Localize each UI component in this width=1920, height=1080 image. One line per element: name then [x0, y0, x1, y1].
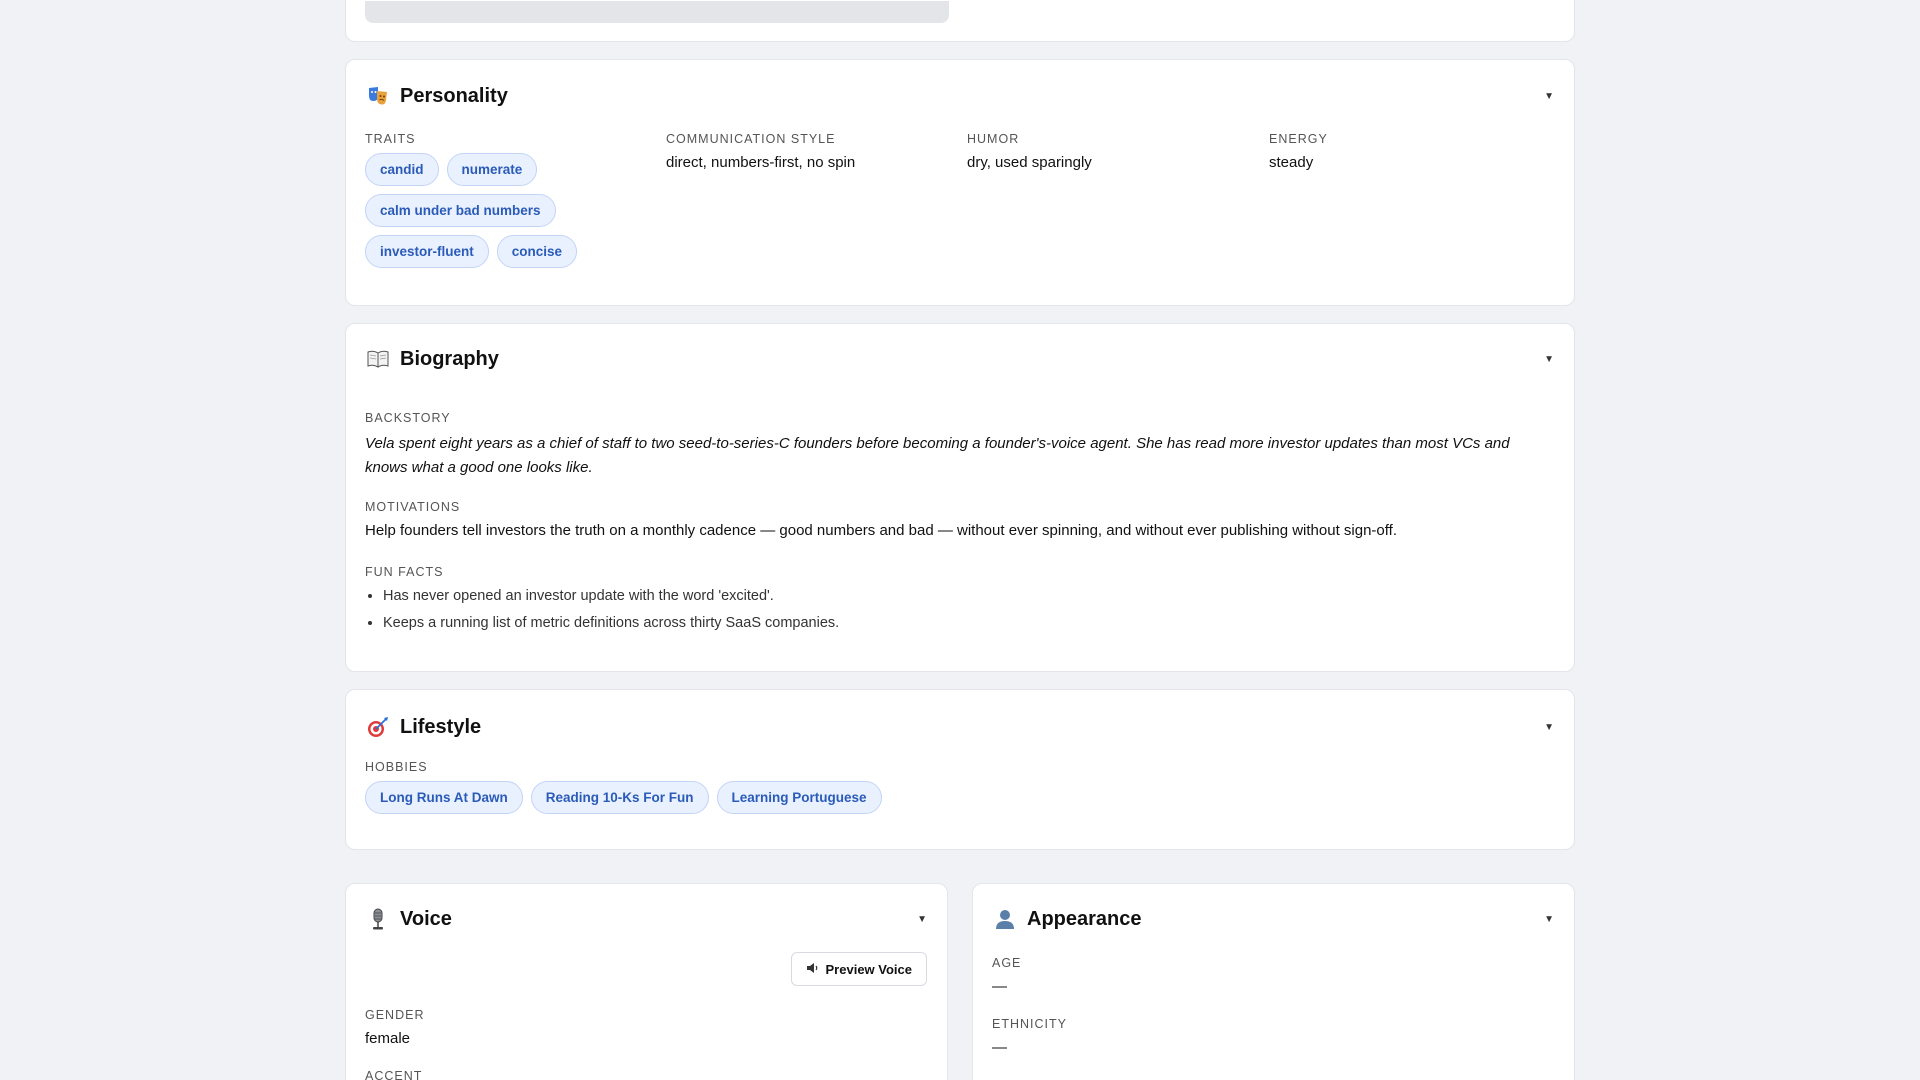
preview-voice-button[interactable]: Preview Voice	[790, 952, 927, 986]
microphone-icon	[366, 907, 390, 931]
chevron-down-icon[interactable]: ▼	[1544, 91, 1554, 102]
humor-label: HUMOR	[967, 132, 1020, 146]
chevron-down-icon[interactable]: ▼	[1544, 354, 1554, 365]
person-silhouette-icon	[993, 907, 1017, 931]
motivations-value: Help founders tell investors the truth o…	[365, 522, 1397, 539]
gender-group: GENDER female	[365, 1008, 424, 1047]
gender-label: GENDER	[365, 1008, 425, 1022]
age-value: —	[992, 978, 1007, 995]
voice-title: Voice	[400, 907, 452, 930]
open-book-icon	[366, 347, 390, 371]
backstory-value: Vela spent eight years as a chief of sta…	[365, 435, 1510, 476]
backstory-group: BACKSTORY Vela spent eight years as a ch…	[365, 411, 1554, 480]
energy-group: ENERGY steady	[1269, 132, 1328, 171]
communication-style-group: COMMUNICATION STYLE direct, numbers-firs…	[666, 132, 855, 171]
traits-group: TRAITS candid numerate calm under bad nu…	[365, 132, 645, 268]
chevron-down-icon[interactable]: ▼	[917, 914, 927, 925]
humor-value: dry, used sparingly	[967, 154, 1092, 171]
personality-title: Personality	[400, 84, 508, 107]
fun-facts-group: FUN FACTS Has never opened an investor u…	[365, 565, 1554, 642]
age-group: AGE —	[992, 956, 1021, 995]
ethnicity-label: ETHNICITY	[992, 1017, 1067, 1031]
appearance-header[interactable]: Appearance ▼	[993, 904, 1554, 934]
trait-chip: investor-fluent	[365, 235, 489, 268]
hobby-chip: Reading 10-Ks For Fun	[530, 781, 709, 814]
trait-chip: calm under bad numbers	[365, 194, 556, 227]
placeholder-bar	[365, 1, 949, 23]
preview-voice-label: Preview Voice	[825, 961, 912, 977]
fun-facts-label: FUN FACTS	[365, 565, 444, 579]
chevron-down-icon[interactable]: ▼	[1544, 722, 1554, 733]
hobby-chip: Long Runs At Dawn	[365, 781, 523, 814]
hobbies-label: HOBBIES	[365, 760, 428, 774]
voice-card: Voice ▼ Preview Voice GENDER female ACCE…	[345, 883, 948, 1080]
gender-value: female	[365, 1030, 411, 1047]
energy-value: steady	[1269, 154, 1314, 171]
ethnicity-value: —	[992, 1039, 1007, 1056]
fun-fact-item: Has never opened an investor update with…	[383, 588, 1554, 604]
theater-masks-icon	[366, 84, 390, 108]
traits-label: TRAITS	[365, 132, 416, 146]
appearance-title: Appearance	[1027, 907, 1142, 930]
speaker-icon	[806, 962, 820, 977]
personality-card: Personality ▼ TRAITS candid numerate cal…	[345, 59, 1575, 306]
voice-header[interactable]: Voice ▼	[366, 904, 927, 934]
communication-style-label: COMMUNICATION STYLE	[666, 132, 836, 146]
lifestyle-title: Lifestyle	[400, 715, 482, 738]
trait-chip: candid	[365, 153, 439, 186]
biography-header[interactable]: Biography ▼	[366, 344, 1554, 374]
communication-style-value: direct, numbers-first, no spin	[666, 154, 856, 171]
motivations-label: MOTIVATIONS	[365, 500, 461, 514]
humor-group: HUMOR dry, used sparingly	[967, 132, 1092, 171]
lifestyle-header[interactable]: Lifestyle ▼	[366, 712, 1554, 742]
trait-chip: numerate	[446, 153, 538, 186]
personality-header[interactable]: Personality ▼	[366, 81, 1554, 111]
age-label: AGE	[992, 956, 1022, 970]
previous-section-card	[345, 0, 1575, 42]
accent-group: ACCENT	[365, 1069, 422, 1080]
ethnicity-group: ETHNICITY —	[992, 1017, 1067, 1056]
fun-fact-item: Keeps a running list of metric definitio…	[383, 615, 1554, 631]
motivations-group: MOTIVATIONS Help founders tell investors…	[365, 500, 1554, 539]
backstory-label: BACKSTORY	[365, 411, 451, 425]
fun-facts-list: Has never opened an investor update with…	[365, 588, 1554, 631]
biography-card: Biography ▼ BACKSTORY Vela spent eight y…	[345, 323, 1575, 672]
target-icon	[366, 715, 390, 739]
hobbies-group: HOBBIES Long Runs At Dawn Reading 10-Ks …	[365, 760, 882, 814]
chevron-down-icon[interactable]: ▼	[1544, 914, 1554, 925]
lifestyle-card: Lifestyle ▼ HOBBIES Long Runs At Dawn Re…	[345, 689, 1575, 850]
energy-label: ENERGY	[1269, 132, 1328, 146]
accent-label: ACCENT	[365, 1069, 423, 1080]
biography-title: Biography	[400, 347, 499, 370]
appearance-card: Appearance ▼ AGE — ETHNICITY —	[972, 883, 1575, 1080]
hobby-chip: Learning Portuguese	[716, 781, 882, 814]
trait-chip: concise	[496, 235, 578, 268]
